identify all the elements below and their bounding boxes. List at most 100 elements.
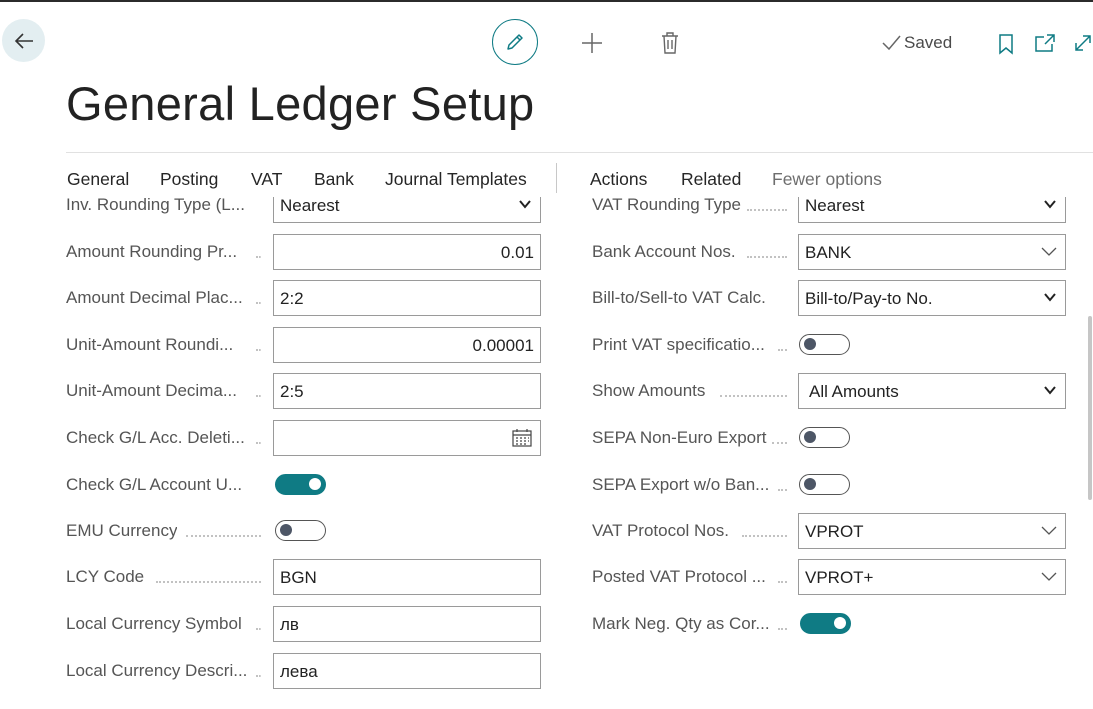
field-value: Bill-to/Pay-to No.: [805, 289, 933, 308]
menu-journal-templates[interactable]: Journal Templates: [385, 169, 527, 190]
field-label: Amount Rounding Pr...: [66, 242, 238, 261]
field-value: BGN: [280, 568, 317, 587]
field-local-currency-description: Local Currency Descri... лева: [66, 653, 541, 689]
vat-rounding-type-select[interactable]: Nearest: [798, 197, 1066, 223]
posted-vat-protocol-lookup[interactable]: VPROT+: [798, 559, 1066, 595]
menu-related[interactable]: Related: [681, 169, 741, 190]
field-check-gl-account-usage: Check G/L Account U...: [66, 467, 541, 503]
menu-divider: [556, 163, 557, 193]
field-vat-rounding-type: VAT Rounding Type Nearest: [592, 197, 1067, 223]
field-posted-vat-protocol: Posted VAT Protocol ... VPROT+: [592, 559, 1067, 595]
bookmark-button[interactable]: [997, 33, 1015, 55]
toggle-knob: [834, 617, 846, 629]
field-label: Amount Decimal Plac...: [66, 288, 243, 307]
menu-vat[interactable]: VAT: [251, 169, 282, 190]
toggle-knob: [280, 524, 292, 536]
emu-currency-toggle[interactable]: [275, 520, 326, 541]
dot-leader: [256, 395, 261, 397]
field-amount-decimal-places: Amount Decimal Plac... 2:2: [66, 280, 541, 316]
back-button[interactable]: [2, 19, 45, 62]
field-bank-account-nos: Bank Account Nos. BANK: [592, 234, 1067, 270]
field-sepa-export-wo-bank: SEPA Export w/o Ban...: [592, 467, 1067, 503]
field-label: Unit-Amount Decima...: [66, 381, 237, 400]
expand-button[interactable]: [1073, 33, 1093, 53]
chevron-down-icon[interactable]: [1041, 569, 1057, 583]
mark-neg-qty-as-correction-toggle[interactable]: [800, 613, 851, 634]
menu-fewer-options[interactable]: Fewer options: [772, 169, 882, 190]
toggle-knob: [804, 431, 816, 443]
show-amounts-select[interactable]: All Amounts: [798, 373, 1066, 409]
unit-amount-rounding-input[interactable]: 0.00001: [273, 327, 541, 363]
field-show-amounts: Show Amounts All Amounts: [592, 373, 1067, 409]
dot-leader: [742, 535, 787, 537]
dot-leader: [256, 628, 261, 630]
field-label: Bank Account Nos.: [592, 242, 736, 261]
menu-general[interactable]: General: [67, 169, 129, 190]
new-button[interactable]: [580, 31, 604, 55]
unit-amount-decimal-input[interactable]: 2:5: [273, 373, 541, 409]
expand-icon: [1075, 35, 1091, 51]
dot-leader: [256, 675, 261, 677]
edit-button[interactable]: [492, 19, 538, 65]
field-lcy-code: LCY Code BGN: [66, 559, 541, 595]
vat-protocol-nos-lookup[interactable]: VPROT: [798, 513, 1066, 549]
back-arrow-icon: [14, 32, 33, 49]
inv-rounding-type-select[interactable]: Nearest: [273, 197, 541, 223]
field-label: Unit-Amount Roundi...: [66, 335, 234, 354]
calendar-icon[interactable]: [512, 429, 532, 447]
dot-leader: [747, 256, 787, 258]
chevron-down-icon[interactable]: [1041, 523, 1057, 537]
local-currency-description-input[interactable]: лева: [273, 653, 541, 689]
field-value: VPROT: [805, 522, 864, 541]
toggle-knob: [804, 338, 816, 350]
delete-button[interactable]: [660, 31, 680, 55]
field-label: Bill-to/Sell-to VAT Calc.: [592, 288, 766, 307]
field-emu-currency: EMU Currency: [66, 513, 541, 549]
field-label: Mark Neg. Qty as Cor...: [592, 614, 770, 633]
amount-rounding-precision-input[interactable]: 0.01: [273, 234, 541, 270]
dot-leader: [256, 256, 261, 258]
local-currency-symbol-input[interactable]: лв: [273, 606, 541, 642]
menu-actions[interactable]: Actions: [590, 169, 647, 190]
bill-to-sell-to-vat-calc-select[interactable]: Bill-to/Pay-to No.: [798, 280, 1066, 316]
menu-bank[interactable]: Bank: [314, 169, 354, 190]
field-mark-neg-qty-as-correction: Mark Neg. Qty as Cor...: [592, 606, 1067, 642]
toggle-knob: [804, 478, 816, 490]
field-value: VPROT+: [805, 568, 874, 587]
field-label: Local Currency Symbol: [66, 614, 242, 633]
field-label: Check G/L Acc. Deleti...: [66, 428, 245, 447]
chevron-down-icon: [1044, 293, 1056, 302]
check-gl-acc-deletion-date-input[interactable]: [273, 420, 541, 456]
field-value: 2:5: [280, 382, 304, 401]
field-value: лв: [280, 615, 299, 634]
dot-leader: [778, 489, 787, 491]
field-unit-amount-rounding: Unit-Amount Roundi... 0.00001: [66, 327, 541, 363]
amount-decimal-places-input[interactable]: 2:2: [273, 280, 541, 316]
bank-account-nos-lookup[interactable]: BANK: [798, 234, 1066, 270]
chevron-down-icon: [519, 200, 531, 209]
field-label: Print VAT specificatio...: [592, 335, 765, 354]
sepa-export-wo-bank-toggle[interactable]: [799, 474, 850, 495]
dot-leader: [186, 535, 261, 537]
sepa-non-euro-export-toggle[interactable]: [799, 427, 850, 448]
dot-leader: [256, 302, 261, 304]
field-label: Posted VAT Protocol ...: [592, 567, 766, 586]
top-border: [0, 0, 1093, 2]
check-gl-account-usage-toggle[interactable]: [275, 474, 326, 495]
open-new-window-button[interactable]: [1034, 33, 1056, 53]
vertical-scrollbar[interactable]: [1088, 316, 1092, 500]
print-vat-specification-toggle[interactable]: [799, 334, 850, 355]
dot-leader: [778, 581, 787, 583]
field-label: EMU Currency: [66, 521, 178, 540]
field-bill-to-sell-to-vat-calc: Bill-to/Sell-to VAT Calc. Bill-to/Pay-to…: [592, 280, 1067, 316]
field-vat-protocol-nos: VAT Protocol Nos. VPROT: [592, 513, 1067, 549]
dot-leader: [772, 442, 787, 444]
field-value: 2:2: [280, 289, 304, 308]
menu-posting[interactable]: Posting: [160, 169, 218, 190]
field-value: Nearest: [805, 197, 865, 215]
field-label: Check G/L Account U...: [66, 475, 243, 494]
pencil-icon: [507, 34, 523, 50]
lcy-code-input[interactable]: BGN: [273, 559, 541, 595]
chevron-down-icon[interactable]: [1041, 244, 1057, 258]
field-inv-rounding-type: Inv. Rounding Type (L... Nearest: [66, 197, 541, 223]
